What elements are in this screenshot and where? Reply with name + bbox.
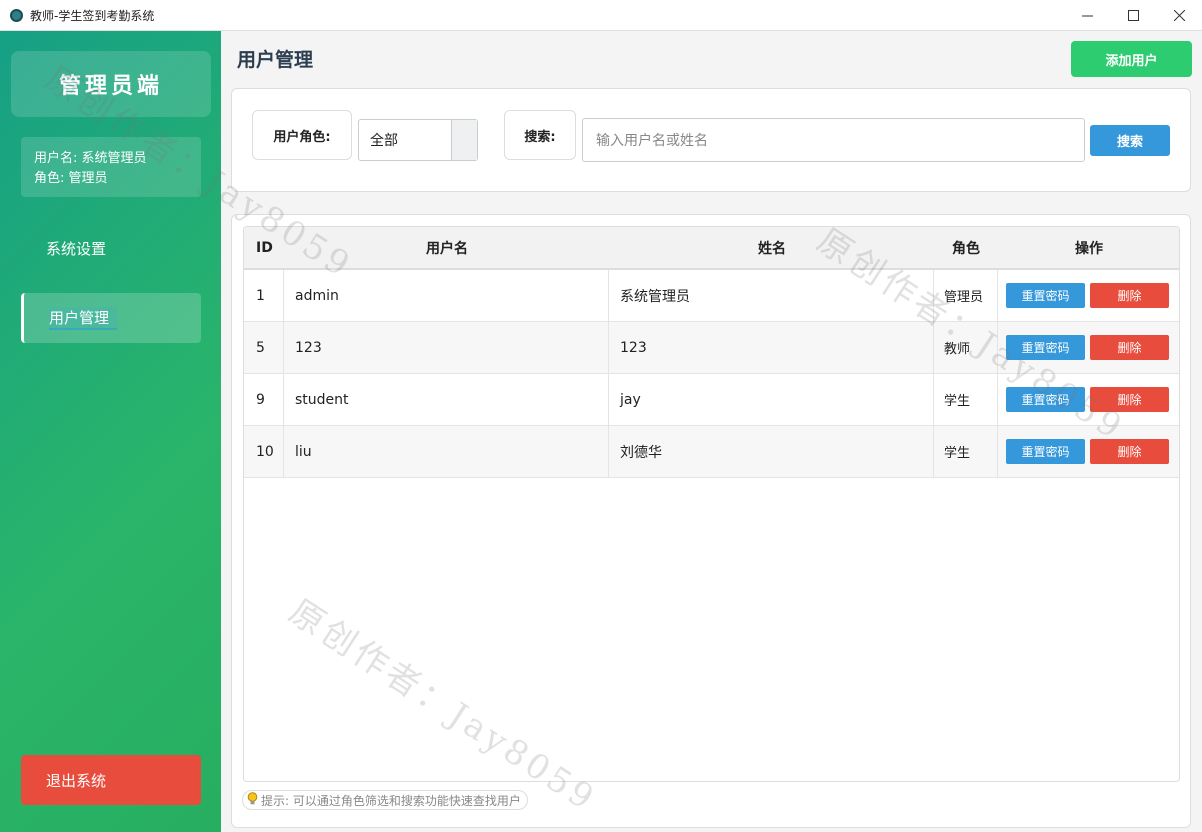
- role-select-value: 全部: [370, 133, 398, 149]
- sidebar-brand: 管理员端: [11, 51, 211, 117]
- add-user-button[interactable]: 添加用户: [1071, 41, 1192, 77]
- lightbulb-icon: [247, 791, 258, 809]
- cell-username: 123: [284, 322, 609, 373]
- delete-button[interactable]: 删除: [1090, 283, 1169, 308]
- cell-actions: 重置密码 删除: [998, 270, 1179, 321]
- user-role-line: 角色: 管理员: [34, 171, 108, 186]
- header-id[interactable]: ID: [256, 227, 273, 268]
- cell-username: admin: [284, 270, 609, 321]
- sidebar-item-users[interactable]: 用户管理: [21, 293, 201, 343]
- sidebar-item-settings[interactable]: 系统设置: [21, 223, 201, 273]
- logout-button[interactable]: 退出系统: [21, 755, 201, 805]
- search-label: 搜索:: [504, 110, 576, 160]
- page-title: 用户管理: [237, 49, 314, 71]
- cell-role: 学生: [934, 374, 998, 425]
- window-controls: [1064, 0, 1202, 31]
- table-row[interactable]: 9 student jay 学生 重置密码 删除: [244, 374, 1179, 426]
- reset-password-button[interactable]: 重置密码: [1006, 283, 1085, 308]
- cell-id: 5: [244, 322, 284, 373]
- minimize-icon[interactable]: [1064, 0, 1110, 31]
- search-placeholder: 输入用户名或姓名: [596, 133, 708, 149]
- header-username[interactable]: 用户名: [426, 227, 468, 268]
- cell-name: 123: [609, 322, 934, 373]
- table-header: ID 用户名 姓名 角色 操作: [244, 227, 1179, 270]
- cell-role: 教师: [934, 322, 998, 373]
- app-icon: [10, 8, 23, 22]
- cell-id: 1: [244, 270, 284, 321]
- filter-panel: 用户角色: 全部 搜索: 输入用户名或姓名 搜索: [231, 88, 1191, 192]
- maximize-icon[interactable]: [1110, 0, 1156, 31]
- cell-username: student: [284, 374, 609, 425]
- sidebar-item-label: 用户管理: [49, 306, 118, 330]
- user-name-line: 用户名: 系统管理员: [34, 151, 147, 166]
- reset-password-button[interactable]: 重置密码: [1006, 439, 1085, 464]
- cell-id: 10: [244, 426, 284, 477]
- user-info-card: 用户名: 系统管理员 角色: 管理员: [21, 137, 201, 197]
- cell-actions: 重置密码 删除: [998, 374, 1179, 425]
- table-row[interactable]: 10 liu 刘德华 学生 重置密码 删除: [244, 426, 1179, 478]
- cell-role: 学生: [934, 426, 998, 477]
- cell-actions: 重置密码 删除: [998, 426, 1179, 477]
- search-button[interactable]: 搜索: [1090, 125, 1170, 156]
- cell-name: jay: [609, 374, 934, 425]
- delete-button[interactable]: 删除: [1090, 439, 1169, 464]
- close-icon[interactable]: [1156, 0, 1202, 31]
- user-table: ID 用户名 姓名 角色 操作 1 admin 系统管理员 管理员 重置密码 删…: [243, 226, 1180, 782]
- title-bar: 教师-学生签到考勤系统: [0, 0, 1202, 31]
- table-panel: ID 用户名 姓名 角色 操作 1 admin 系统管理员 管理员 重置密码 删…: [231, 214, 1191, 828]
- delete-button[interactable]: 删除: [1090, 335, 1169, 360]
- dropdown-arrow-icon[interactable]: [451, 120, 477, 160]
- hint-badge: 提示: 可以通过角色筛选和搜索功能快速查找用户: [242, 790, 528, 810]
- search-input[interactable]: 输入用户名或姓名: [582, 118, 1085, 162]
- role-filter-label: 用户角色:: [252, 110, 352, 160]
- cell-username: liu: [284, 426, 609, 477]
- delete-button[interactable]: 删除: [1090, 387, 1169, 412]
- cell-actions: 重置密码 删除: [998, 322, 1179, 373]
- window-title: 教师-学生签到考勤系统: [30, 8, 155, 23]
- sidebar-item-label: 系统设置: [46, 239, 107, 258]
- header-name[interactable]: 姓名: [758, 227, 786, 268]
- cell-name: 刘德华: [609, 426, 934, 477]
- table-row[interactable]: 1 admin 系统管理员 管理员 重置密码 删除: [244, 270, 1179, 322]
- role-select[interactable]: 全部: [358, 119, 478, 161]
- reset-password-button[interactable]: 重置密码: [1006, 387, 1085, 412]
- sidebar: 管理员端 用户名: 系统管理员 角色: 管理员 系统设置 用户管理 退出系统: [0, 31, 221, 832]
- header-role[interactable]: 角色: [952, 227, 980, 268]
- cell-role: 管理员: [934, 270, 998, 321]
- cell-name: 系统管理员: [609, 270, 934, 321]
- hint-text: 提示: 可以通过角色筛选和搜索功能快速查找用户: [261, 793, 521, 808]
- cell-id: 9: [244, 374, 284, 425]
- reset-password-button[interactable]: 重置密码: [1006, 335, 1085, 360]
- header-actions: 操作: [1075, 240, 1103, 257]
- table-row[interactable]: 5 123 123 教师 重置密码 删除: [244, 322, 1179, 374]
